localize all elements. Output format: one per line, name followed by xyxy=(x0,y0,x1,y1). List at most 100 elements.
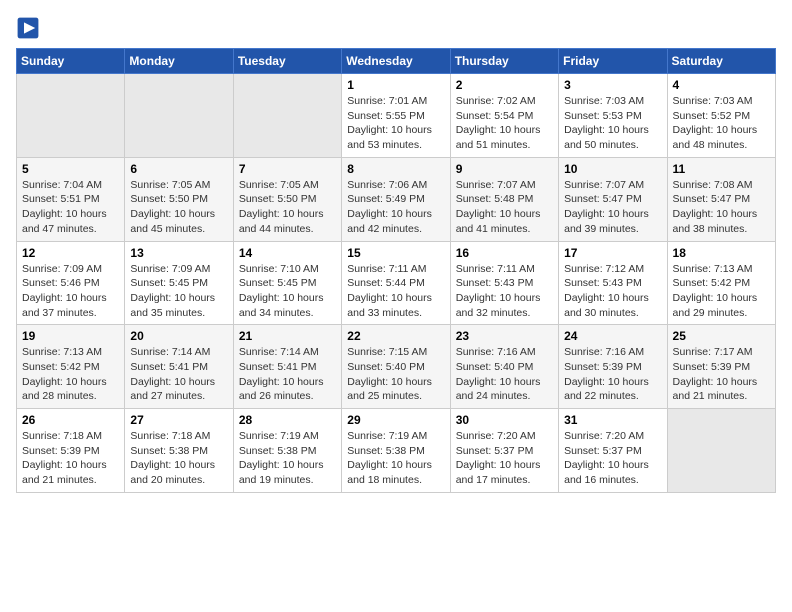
day-number: 10 xyxy=(564,162,661,176)
calendar-cell: 18 Sunrise: 7:13 AMSunset: 5:42 PMDayligh… xyxy=(667,241,775,325)
weekday-header: Sunday xyxy=(17,49,125,74)
calendar-table: SundayMondayTuesdayWednesdayThursdayFrid… xyxy=(16,48,776,493)
calendar-cell: 10 Sunrise: 7:07 AMSunset: 5:47 PMDayligh… xyxy=(559,157,667,241)
weekday-header: Friday xyxy=(559,49,667,74)
calendar-cell xyxy=(125,74,233,158)
day-info: Sunrise: 7:13 AMSunset: 5:42 PMDaylight:… xyxy=(22,345,119,404)
logo xyxy=(16,16,44,40)
day-number: 9 xyxy=(456,162,553,176)
calendar-cell: 24 Sunrise: 7:16 AMSunset: 5:39 PMDayligh… xyxy=(559,325,667,409)
calendar-cell: 16Sunrise: 7:11 AMSunset: 5:43 PMDayligh… xyxy=(450,241,558,325)
day-number: 5 xyxy=(22,162,119,176)
calendar-cell: 7 Sunrise: 7:05 AMSunset: 5:50 PMDaylight… xyxy=(233,157,341,241)
day-number: 19 xyxy=(22,329,119,343)
day-info: Sunrise: 7:15 AMSunset: 5:40 PMDaylight:… xyxy=(347,345,444,404)
day-number: 25 xyxy=(673,329,770,343)
calendar-cell: 21 Sunrise: 7:14 AMSunset: 5:41 PMDayligh… xyxy=(233,325,341,409)
page-header xyxy=(16,16,776,40)
day-info: Sunrise: 7:16 AMSunset: 5:40 PMDaylight:… xyxy=(456,345,553,404)
day-info: Sunrise: 7:03 AMSunset: 5:52 PMDaylight:… xyxy=(673,94,770,153)
calendar-cell: 12 Sunrise: 7:09 AMSunset: 5:46 PMDayligh… xyxy=(17,241,125,325)
calendar-cell: 26 Sunrise: 7:18 AMSunset: 5:39 PMDayligh… xyxy=(17,409,125,493)
calendar-week-row: 5 Sunrise: 7:04 AMSunset: 5:51 PMDaylight… xyxy=(17,157,776,241)
day-number: 12 xyxy=(22,246,119,260)
calendar-cell: 6 Sunrise: 7:05 AMSunset: 5:50 PMDaylight… xyxy=(125,157,233,241)
day-info: Sunrise: 7:06 AMSunset: 5:49 PMDaylight:… xyxy=(347,178,444,237)
weekday-header: Tuesday xyxy=(233,49,341,74)
day-info: Sunrise: 7:01 AMSunset: 5:55 PMDaylight:… xyxy=(347,94,444,153)
calendar-cell xyxy=(667,409,775,493)
weekday-header-row: SundayMondayTuesdayWednesdayThursdayFrid… xyxy=(17,49,776,74)
calendar-cell: 1 Sunrise: 7:01 AMSunset: 5:55 PMDaylight… xyxy=(342,74,450,158)
day-info: Sunrise: 7:03 AMSunset: 5:53 PMDaylight:… xyxy=(564,94,661,153)
calendar-cell xyxy=(17,74,125,158)
day-info: Sunrise: 7:16 AMSunset: 5:39 PMDaylight:… xyxy=(564,345,661,404)
day-info: Sunrise: 7:18 AMSunset: 5:38 PMDaylight:… xyxy=(130,429,227,488)
day-info: Sunrise: 7:07 AMSunset: 5:48 PMDaylight:… xyxy=(456,178,553,237)
calendar-cell: 2 Sunrise: 7:02 AMSunset: 5:54 PMDaylight… xyxy=(450,74,558,158)
day-number: 18 xyxy=(673,246,770,260)
day-info: Sunrise: 7:19 AMSunset: 5:38 PMDaylight:… xyxy=(347,429,444,488)
day-number: 11 xyxy=(673,162,770,176)
calendar-cell: 25 Sunrise: 7:17 AMSunset: 5:39 PMDayligh… xyxy=(667,325,775,409)
calendar-cell: 14Sunrise: 7:10 AMSunset: 5:45 PMDayligh… xyxy=(233,241,341,325)
day-info: Sunrise: 7:09 AMSunset: 5:46 PMDaylight:… xyxy=(22,262,119,321)
day-number: 6 xyxy=(130,162,227,176)
day-number: 15 xyxy=(347,246,444,260)
day-number: 31 xyxy=(564,413,661,427)
day-number: 29 xyxy=(347,413,444,427)
day-info: Sunrise: 7:05 AMSunset: 5:50 PMDaylight:… xyxy=(130,178,227,237)
day-info: Sunrise: 7:18 AMSunset: 5:39 PMDaylight:… xyxy=(22,429,119,488)
calendar-cell: 27Sunrise: 7:18 AMSunset: 5:38 PMDayligh… xyxy=(125,409,233,493)
calendar-cell: 22 Sunrise: 7:15 AMSunset: 5:40 PMDayligh… xyxy=(342,325,450,409)
day-info: Sunrise: 7:11 AMSunset: 5:44 PMDaylight:… xyxy=(347,262,444,321)
day-number: 7 xyxy=(239,162,336,176)
calendar-cell: 15 Sunrise: 7:11 AMSunset: 5:44 PMDayligh… xyxy=(342,241,450,325)
calendar-cell: 3 Sunrise: 7:03 AMSunset: 5:53 PMDaylight… xyxy=(559,74,667,158)
day-info: Sunrise: 7:07 AMSunset: 5:47 PMDaylight:… xyxy=(564,178,661,237)
day-number: 30 xyxy=(456,413,553,427)
calendar-cell: 31 Sunrise: 7:20 AMSunset: 5:37 PMDayligh… xyxy=(559,409,667,493)
calendar-week-row: 12 Sunrise: 7:09 AMSunset: 5:46 PMDayligh… xyxy=(17,241,776,325)
day-info: Sunrise: 7:20 AMSunset: 5:37 PMDaylight:… xyxy=(564,429,661,488)
day-info: Sunrise: 7:14 AMSunset: 5:41 PMDaylight:… xyxy=(130,345,227,404)
day-number: 22 xyxy=(347,329,444,343)
day-info: Sunrise: 7:04 AMSunset: 5:51 PMDaylight:… xyxy=(22,178,119,237)
calendar-week-row: 1 Sunrise: 7:01 AMSunset: 5:55 PMDaylight… xyxy=(17,74,776,158)
calendar-cell: 9 Sunrise: 7:07 AMSunset: 5:48 PMDaylight… xyxy=(450,157,558,241)
day-info: Sunrise: 7:08 AMSunset: 5:47 PMDaylight:… xyxy=(673,178,770,237)
day-info: Sunrise: 7:12 AMSunset: 5:43 PMDaylight:… xyxy=(564,262,661,321)
day-number: 4 xyxy=(673,78,770,92)
day-number: 2 xyxy=(456,78,553,92)
day-number: 21 xyxy=(239,329,336,343)
logo-icon xyxy=(16,16,40,40)
calendar-cell: 17 Sunrise: 7:12 AMSunset: 5:43 PMDayligh… xyxy=(559,241,667,325)
day-info: Sunrise: 7:05 AMSunset: 5:50 PMDaylight:… xyxy=(239,178,336,237)
calendar-week-row: 19 Sunrise: 7:13 AMSunset: 5:42 PMDayligh… xyxy=(17,325,776,409)
calendar-week-row: 26 Sunrise: 7:18 AMSunset: 5:39 PMDayligh… xyxy=(17,409,776,493)
day-number: 24 xyxy=(564,329,661,343)
day-info: Sunrise: 7:10 AMSunset: 5:45 PMDaylight:… xyxy=(239,262,336,321)
calendar-cell: 8 Sunrise: 7:06 AMSunset: 5:49 PMDaylight… xyxy=(342,157,450,241)
day-info: Sunrise: 7:13 AMSunset: 5:42 PMDaylight:… xyxy=(673,262,770,321)
day-number: 23 xyxy=(456,329,553,343)
day-number: 26 xyxy=(22,413,119,427)
calendar-cell: 4 Sunrise: 7:03 AMSunset: 5:52 PMDaylight… xyxy=(667,74,775,158)
day-info: Sunrise: 7:02 AMSunset: 5:54 PMDaylight:… xyxy=(456,94,553,153)
calendar-cell: 20Sunrise: 7:14 AMSunset: 5:41 PMDayligh… xyxy=(125,325,233,409)
day-info: Sunrise: 7:11 AMSunset: 5:43 PMDaylight:… xyxy=(456,262,553,321)
calendar-cell xyxy=(233,74,341,158)
weekday-header: Monday xyxy=(125,49,233,74)
calendar-cell: 19 Sunrise: 7:13 AMSunset: 5:42 PMDayligh… xyxy=(17,325,125,409)
day-number: 17 xyxy=(564,246,661,260)
day-info: Sunrise: 7:19 AMSunset: 5:38 PMDaylight:… xyxy=(239,429,336,488)
day-number: 3 xyxy=(564,78,661,92)
day-info: Sunrise: 7:17 AMSunset: 5:39 PMDaylight:… xyxy=(673,345,770,404)
calendar-cell: 23 Sunrise: 7:16 AMSunset: 5:40 PMDayligh… xyxy=(450,325,558,409)
day-number: 1 xyxy=(347,78,444,92)
day-number: 28 xyxy=(239,413,336,427)
day-number: 13 xyxy=(130,246,227,260)
day-info: Sunrise: 7:20 AMSunset: 5:37 PMDaylight:… xyxy=(456,429,553,488)
day-info: Sunrise: 7:14 AMSunset: 5:41 PMDaylight:… xyxy=(239,345,336,404)
day-number: 8 xyxy=(347,162,444,176)
